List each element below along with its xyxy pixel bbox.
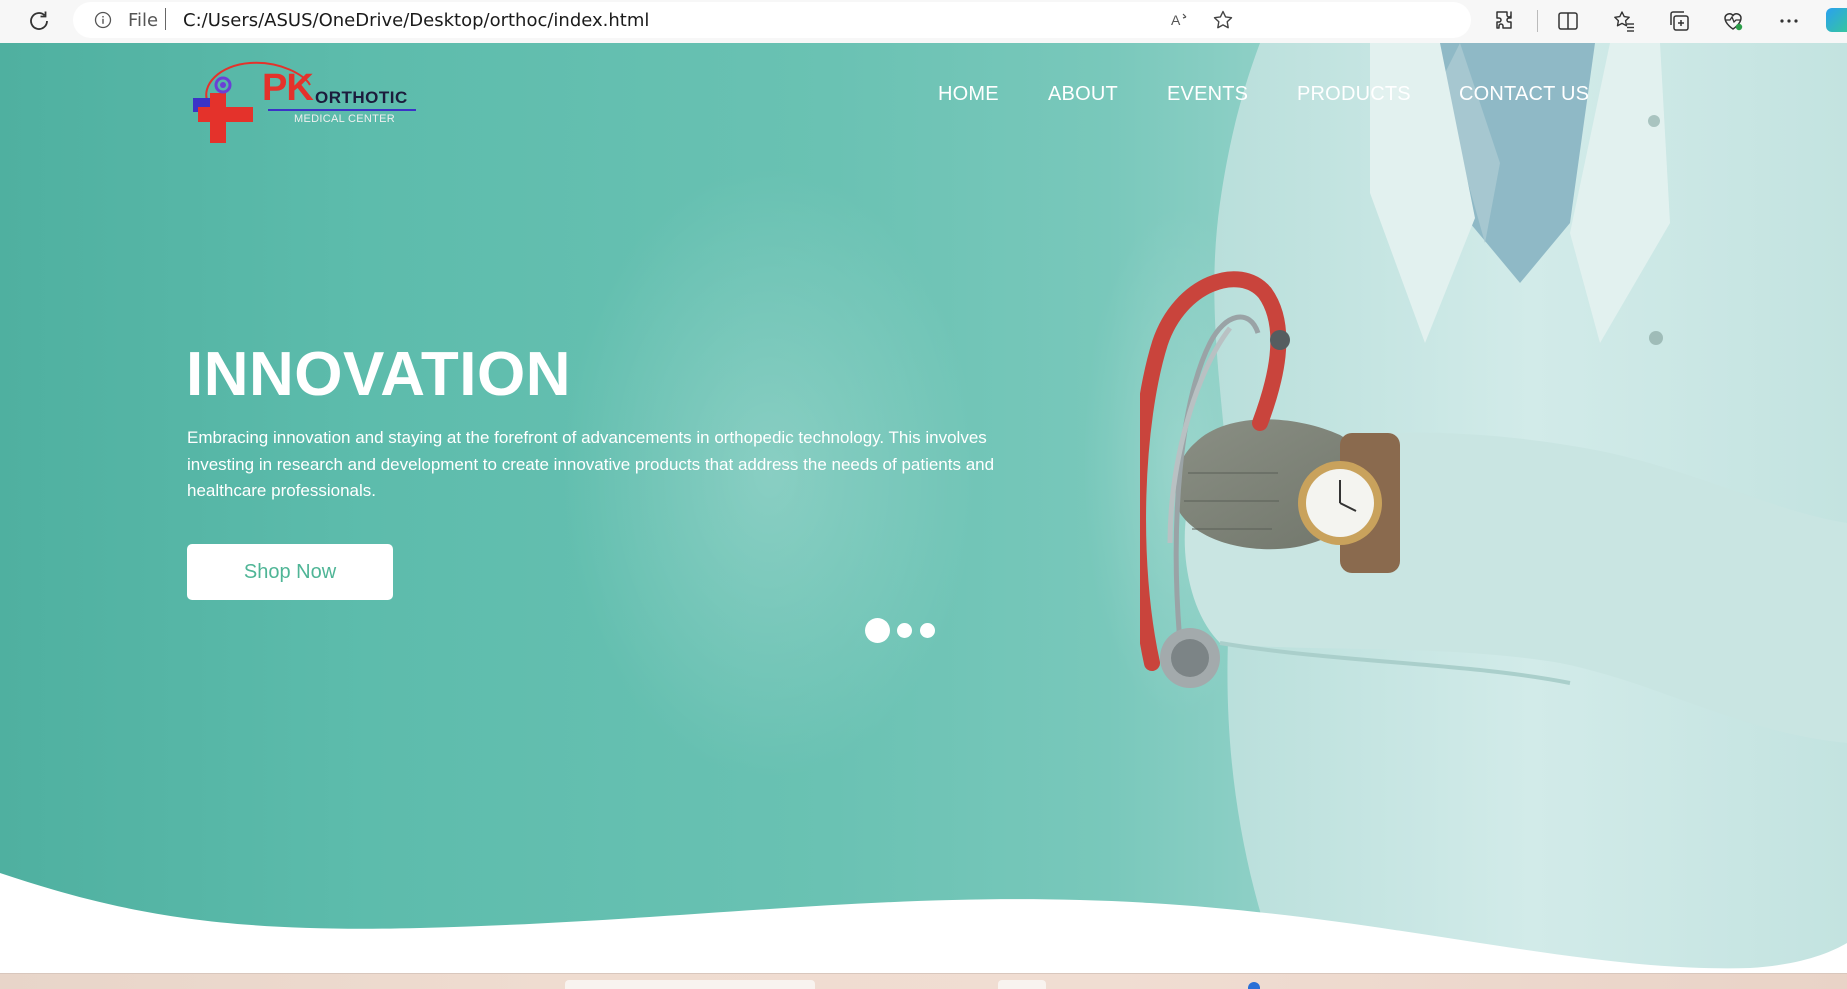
hero-description: Embracing innovation and staying at the …: [187, 428, 995, 500]
site-logo[interactable]: PK ORTHOTIC MEDICAL CENTER: [190, 55, 430, 145]
split-screen-icon[interactable]: [1556, 9, 1580, 33]
slider-dot-3[interactable]: [920, 623, 935, 638]
scheme-label: File: [128, 10, 159, 31]
logo-subtitle: MEDICAL CENTER: [294, 113, 395, 125]
favorite-star-icon[interactable]: [1212, 9, 1234, 31]
more-icon[interactable]: [1777, 9, 1801, 33]
slider-dot-1[interactable]: [865, 618, 890, 643]
info-icon[interactable]: [94, 11, 112, 29]
nav-about[interactable]: ABOUT: [1048, 83, 1118, 106]
extensions-icon[interactable]: [1494, 9, 1518, 33]
browser-essentials-icon[interactable]: [1721, 9, 1745, 33]
favorites-icon[interactable]: [1612, 9, 1636, 33]
hero-section: PK ORTHOTIC MEDICAL CENTER HOME ABOUT EV…: [0, 43, 1847, 973]
logo-brand: PK: [262, 67, 314, 109]
url-separator: [165, 8, 166, 30]
slider-dot-2[interactable]: [897, 623, 912, 638]
toolbar-divider: [1537, 10, 1538, 32]
svg-text:A: A: [1171, 12, 1181, 28]
nav-products[interactable]: PRODUCTS: [1297, 83, 1411, 106]
nav-home[interactable]: HOME: [938, 83, 999, 106]
logo-underline: [268, 109, 416, 111]
hero-wave: [0, 873, 1847, 973]
hero-title: INNOVATION: [186, 340, 572, 409]
collections-icon[interactable]: [1667, 9, 1691, 33]
shop-now-button[interactable]: Shop Now: [187, 544, 393, 600]
read-aloud-icon[interactable]: A: [1169, 9, 1191, 31]
copilot-icon[interactable]: [1826, 8, 1847, 32]
address-bar[interactable]: File C:/Users/ASUS/OneDrive/Desktop/orth…: [73, 2, 1471, 38]
reload-icon[interactable]: [26, 8, 52, 34]
nav-events[interactable]: EVENTS: [1167, 83, 1248, 106]
nav-contact-us[interactable]: CONTACT US: [1459, 83, 1589, 106]
browser-toolbar: File C:/Users/ASUS/OneDrive/Desktop/orth…: [0, 0, 1847, 43]
url-text[interactable]: C:/Users/ASUS/OneDrive/Desktop/orthoc/in…: [183, 10, 649, 31]
logo-name: ORTHOTIC: [315, 88, 408, 107]
taskbar-strip: [0, 973, 1847, 989]
